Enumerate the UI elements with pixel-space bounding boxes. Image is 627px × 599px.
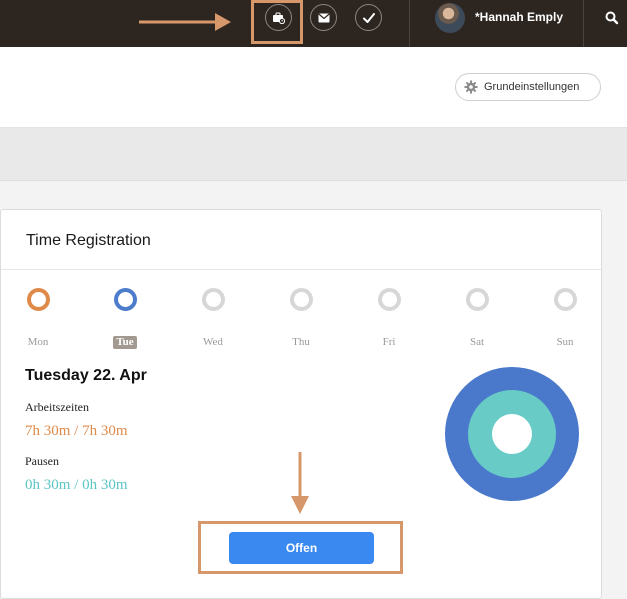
- settings-button-label: Grundeinstellungen: [484, 81, 580, 93]
- submit-open-button[interactable]: Offen: [229, 532, 374, 564]
- time-donut-chart: [445, 367, 579, 501]
- weekday-wed[interactable]: Wed: [193, 288, 233, 350]
- messages-nav-button[interactable]: [310, 4, 337, 31]
- weekday-fri[interactable]: Fri: [369, 288, 409, 350]
- gear-icon: [464, 80, 478, 94]
- day-status-ring: [26, 288, 50, 311]
- day-label: Mon: [27, 336, 49, 348]
- work-hours-label: Arbeitszeiten: [25, 400, 89, 414]
- day-label: Fri: [382, 336, 396, 348]
- search-icon[interactable]: [604, 10, 620, 26]
- weekday-sun[interactable]: Sun: [545, 288, 585, 350]
- day-label: Wed: [203, 336, 223, 348]
- card-divider: [1, 269, 601, 270]
- day-status-ring: [289, 288, 313, 311]
- donut-center: [492, 414, 532, 454]
- day-label: Tue: [113, 336, 137, 349]
- day-status-ring: [201, 288, 225, 311]
- topbar-divider: [583, 0, 584, 47]
- selected-date-heading: Tuesday 22. Apr: [25, 367, 147, 384]
- work-hours-value: 7h 30m / 7h 30m: [25, 423, 128, 439]
- weekday-mon[interactable]: Mon: [18, 288, 58, 350]
- day-status-ring: [553, 288, 577, 311]
- card-title: Time Registration: [26, 232, 151, 249]
- weekday-sat[interactable]: Sat: [457, 288, 497, 350]
- user-avatar[interactable]: [435, 3, 465, 33]
- user-name[interactable]: *Hannah Emply: [475, 10, 563, 24]
- briefcase-clock-icon: [273, 12, 285, 24]
- day-status-ring: [113, 288, 137, 311]
- break-label: Pausen: [25, 454, 59, 468]
- break-value: 0h 30m / 0h 30m: [25, 477, 128, 493]
- time-registration-card: Time Registration Mon Tue Wed Thu Fri Sat Sun …: [0, 209, 602, 599]
- settings-button[interactable]: Grundeinstellungen: [455, 73, 601, 101]
- envelope-icon: [317, 13, 330, 22]
- weekday-tue[interactable]: Tue: [105, 288, 145, 350]
- day-label: Sun: [556, 336, 574, 348]
- page-header: Grundeinstellungen: [0, 47, 627, 128]
- top-navigation-bar: *Hannah Emply: [0, 0, 627, 47]
- day-label: Sat: [469, 336, 485, 348]
- checkmark-icon: [362, 12, 375, 23]
- weekday-thu[interactable]: Thu: [281, 288, 321, 350]
- day-status-ring: [465, 288, 489, 311]
- topbar-divider: [409, 0, 410, 47]
- tasks-nav-button[interactable]: [355, 4, 382, 31]
- day-label: Thu: [292, 336, 310, 348]
- toolbar-band: [0, 128, 627, 181]
- time-registration-nav-button[interactable]: [265, 4, 292, 31]
- day-status-ring: [377, 288, 401, 311]
